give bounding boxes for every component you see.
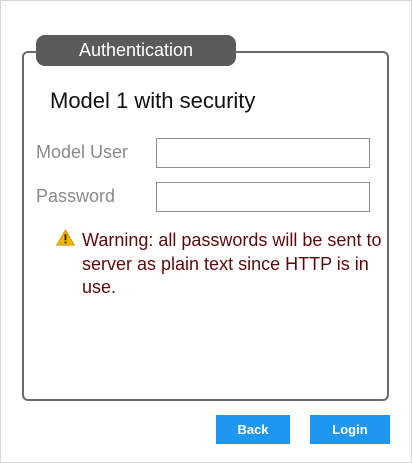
password-input[interactable]	[156, 182, 370, 212]
model-heading: Model 1 with security	[50, 88, 256, 113]
back-button[interactable]: Back	[216, 415, 290, 444]
warning-triangle-icon	[56, 229, 75, 246]
model-user-input[interactable]	[156, 138, 370, 168]
warning-message: Warning: all passwords will be sent to s…	[82, 230, 382, 297]
model-user-label: Model User	[36, 142, 129, 162]
password-label: Password	[36, 186, 116, 206]
panel-tab-authentication: Authentication	[36, 35, 236, 66]
login-button[interactable]: Login	[310, 415, 390, 444]
